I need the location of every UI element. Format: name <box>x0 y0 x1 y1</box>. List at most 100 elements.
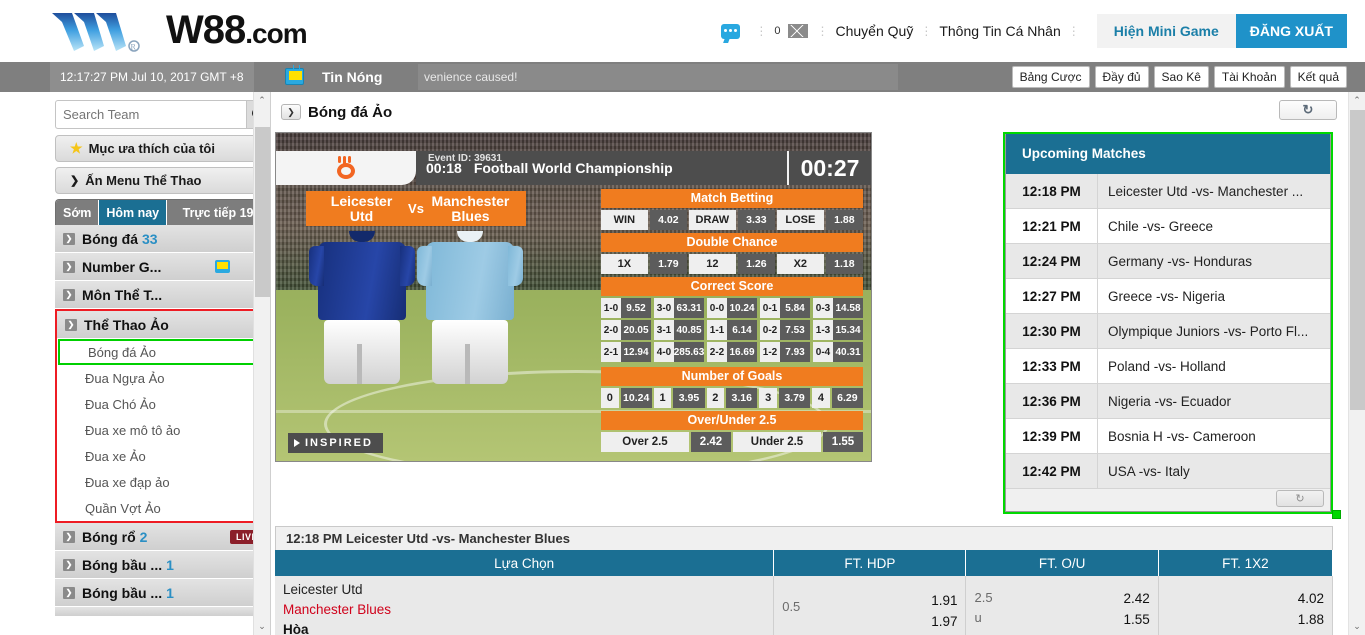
content-scrollbar[interactable]: ⌃ ⌄ <box>1348 92 1365 635</box>
outcome-label[interactable]: 3 <box>759 388 777 408</box>
sidebar-item-virtual-tennis[interactable]: Quần Vợt Ảo <box>57 495 268 521</box>
outcome-label[interactable]: 0-1 <box>760 298 780 318</box>
outcome-label[interactable]: 4-0 <box>654 342 674 362</box>
outcome-label[interactable]: 2-0 <box>601 320 621 340</box>
sidebar-item-partial[interactable] <box>55 607 270 617</box>
outcome-label[interactable]: Under 2.5 <box>733 432 821 452</box>
show-mini-game-button[interactable]: Hiện Mini Game <box>1096 14 1236 48</box>
outcome-label[interactable]: 3-0 <box>654 298 674 318</box>
outcome-label[interactable]: LOSE <box>777 210 824 230</box>
outcome-label[interactable]: 0 <box>601 388 619 408</box>
outcome-label[interactable]: 1-2 <box>760 342 780 362</box>
sidebar-item-other-sports[interactable]: ❯ Môn Thể T... <box>55 281 270 309</box>
outcome-odds[interactable]: 6.14 <box>727 320 757 340</box>
sidebar-item-virtual-car-racing[interactable]: Đua xe Ảo <box>57 443 268 469</box>
bet-slip-button[interactable]: Bảng Cược <box>1011 66 1090 88</box>
odds-value[interactable]: 1.97 <box>863 611 957 632</box>
outcome-label[interactable]: 1-3 <box>813 320 833 340</box>
sidebar-item-virtual-horse-racing[interactable]: Đua Ngựa Ảo <box>57 365 268 391</box>
outcome-odds[interactable]: 5.84 <box>780 298 810 318</box>
list-item[interactable]: 12:27 PM Greece -vs- Nigeria <box>1006 278 1330 314</box>
virtual-football-stream[interactable]: 00:18 Football World Championship 00:27 … <box>275 132 872 462</box>
odds-value[interactable]: 1.91 <box>863 590 957 611</box>
tab-early[interactable]: Sớm <box>56 200 100 225</box>
sidebar-item-number-games[interactable]: ❯ Number G... <box>55 253 270 281</box>
outcome-label[interactable]: 4 <box>812 388 830 408</box>
outcome-label[interactable]: 2-1 <box>601 342 621 362</box>
outcome-label[interactable]: Over 2.5 <box>601 432 689 452</box>
scroll-down-icon[interactable]: ⌄ <box>254 618 270 635</box>
list-item[interactable]: 12:21 PM Chile -vs- Greece <box>1006 208 1330 244</box>
sidebar-item-virtual-dog-racing[interactable]: Đua Chó Ảo <box>57 391 268 417</box>
outcome-label[interactable]: DRAW <box>689 210 736 230</box>
outcome-odds[interactable]: 63.31 <box>674 298 704 318</box>
list-item[interactable]: 12:18 PM Leicester Utd -vs- Manchester .… <box>1006 173 1330 209</box>
outcome-label[interactable]: 1 <box>653 388 672 408</box>
outcome-label[interactable]: 3-1 <box>654 320 674 340</box>
outcome-odds[interactable]: 7.93 <box>780 342 810 362</box>
outcome-label[interactable]: 2 <box>706 388 725 408</box>
outcome-odds[interactable]: 1.79 <box>649 254 687 274</box>
my-favourites-button[interactable]: ★ Mục ưa thích của tôi <box>55 135 270 162</box>
sidebar-item-virtual-football[interactable]: Bóng đá Ảo <box>58 339 267 365</box>
sidebar-item-virtual-cycling[interactable]: Đua xe đạp ảo <box>57 469 268 495</box>
outcome-label[interactable]: 1-1 <box>707 320 727 340</box>
outcome-label[interactable]: 0-4 <box>813 342 833 362</box>
scroll-up-icon[interactable]: ⌃ <box>1349 92 1365 109</box>
list-item[interactable]: 12:24 PM Germany -vs- Honduras <box>1006 243 1330 279</box>
logout-button[interactable]: ĐĂNG XUẤT <box>1235 14 1347 48</box>
outcome-label[interactable]: 12 <box>689 254 736 274</box>
content-scroll-thumb[interactable] <box>1350 110 1365 410</box>
search-input[interactable] <box>55 100 246 129</box>
sidebar-item-football-us-2[interactable]: ❯ Bóng bầu ... 1 <box>55 579 270 607</box>
scroll-down-icon[interactable]: ⌄ <box>1349 618 1365 635</box>
upcoming-refresh-button[interactable]: ↻ <box>1276 490 1324 507</box>
list-item[interactable]: 12:42 PM USA -vs- Italy <box>1006 453 1330 489</box>
outcome-odds[interactable]: 1.18 <box>825 254 863 274</box>
sidebar-item-virtual-motorbike-racing[interactable]: Đua xe mô tô ảo <box>57 417 268 443</box>
sidebar-scrollbar[interactable]: ⌃ ⌄ <box>253 92 270 635</box>
outcome-odds[interactable]: 285.63 <box>674 342 704 362</box>
odds-value[interactable]: 4.02 <box>1167 588 1324 609</box>
odds-value[interactable]: 2.42 <box>1027 588 1149 609</box>
tv-icon[interactable] <box>285 65 304 85</box>
outcome-odds[interactable]: 10.24 <box>727 298 757 318</box>
outcome-label[interactable]: WIN <box>601 210 648 230</box>
header-link-personal-info[interactable]: Thông Tin Cá Nhân <box>939 23 1060 39</box>
outcome-odds[interactable]: 40.31 <box>833 342 863 362</box>
results-button[interactable]: Kết quả <box>1289 66 1347 88</box>
outcome-odds[interactable]: 3.16 <box>726 388 758 408</box>
outcome-odds[interactable]: 10.24 <box>620 388 652 408</box>
outcome-odds[interactable]: 1.26 <box>737 254 775 274</box>
odds-value[interactable]: 1.55 <box>1027 609 1149 630</box>
outcome-odds[interactable]: 14.58 <box>833 298 863 318</box>
list-item[interactable]: 12:36 PM Nigeria -vs- Ecuador <box>1006 383 1330 419</box>
statement-button[interactable]: Sao Kê <box>1153 66 1209 88</box>
outcome-odds[interactable]: 40.85 <box>674 320 704 340</box>
outcome-odds[interactable]: 15.34 <box>833 320 863 340</box>
full-view-button[interactable]: Đầy đủ <box>1094 66 1149 88</box>
outcome-label[interactable]: 1X <box>601 254 648 274</box>
account-button[interactable]: Tài Khoản <box>1213 66 1285 88</box>
odds-value[interactable]: 1.88 <box>1167 609 1324 630</box>
chevron-right-icon[interactable]: ❯ <box>281 104 301 120</box>
outcome-label[interactable]: 0-2 <box>760 320 780 340</box>
list-item[interactable]: 12:39 PM Bosnia H -vs- Cameroon <box>1006 418 1330 454</box>
outcome-odds[interactable]: 3.33 <box>737 210 775 230</box>
sidebar-item-football-us-1[interactable]: ❯ Bóng bầu ... 1 <box>55 551 270 579</box>
outcome-odds[interactable]: 6.29 <box>831 388 863 408</box>
outcome-odds[interactable]: 20.05 <box>621 320 651 340</box>
header-link-transfer-funds[interactable]: Chuyển Quỹ <box>836 23 914 39</box>
tab-today[interactable]: Hôm nay <box>99 200 168 225</box>
outcome-label[interactable]: X2 <box>777 254 824 274</box>
outcome-label[interactable]: 0-3 <box>813 298 833 318</box>
outcome-odds[interactable]: 4.02 <box>649 210 687 230</box>
outcome-label[interactable]: 0-0 <box>707 298 727 318</box>
outcome-odds[interactable]: 2.42 <box>691 432 731 452</box>
chat-bubble-icon[interactable] <box>721 23 741 39</box>
outcome-odds[interactable]: 3.79 <box>778 388 811 408</box>
refresh-button[interactable]: ↻ <box>1279 100 1337 120</box>
sidebar-item-virtual-sports[interactable]: ❯ Thể Thao Ảo <box>57 311 268 339</box>
odds-value[interactable]: 3.33 <box>1167 630 1324 635</box>
outcome-odds[interactable]: 12.94 <box>621 342 651 362</box>
